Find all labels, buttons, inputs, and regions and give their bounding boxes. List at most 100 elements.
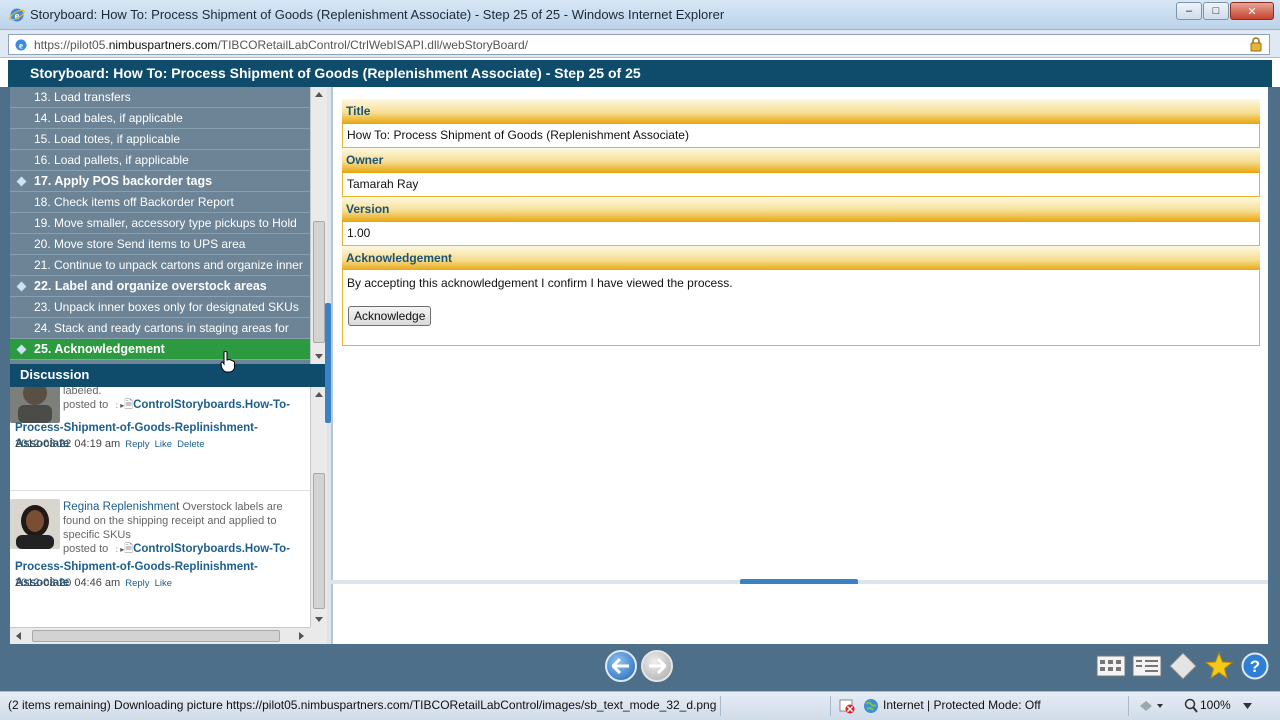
title-label: Title [342, 99, 1260, 124]
reply-link[interactable]: Reply [125, 578, 149, 589]
minimize-button[interactable]: – [1176, 2, 1202, 20]
svg-text:e: e [19, 41, 23, 51]
status-bar: (2 items remaining) Downloading picture … [0, 691, 1280, 720]
step-item[interactable]: 13. Load transfers [10, 87, 310, 108]
discussion-post: Regina Replenishment Overstock labels ar… [10, 499, 310, 599]
discussion-title: Discussion [20, 367, 90, 382]
lock-icon[interactable] [1249, 37, 1263, 52]
content-pane: Title How To: Process Shipment of Goods … [331, 87, 1268, 580]
scroll-thumb[interactable] [32, 630, 280, 642]
step-item[interactable]: 25. Acknowledgement [10, 339, 310, 360]
status-separator [720, 696, 721, 716]
status-separator [830, 696, 831, 716]
like-link[interactable]: Like [155, 439, 172, 450]
title-value: How To: Process Shipment of Goods (Reple… [342, 124, 1260, 148]
step-item[interactable]: 17. Apply POS backorder tags [10, 171, 310, 192]
scroll-down-icon[interactable] [315, 617, 323, 622]
post-author[interactable]: Regina Replenishment [63, 501, 179, 513]
previous-step-button[interactable] [605, 650, 637, 682]
post-text: labeled. [63, 387, 102, 397]
step-label: 15. Load totes, if applicable [34, 132, 181, 146]
diamond-bullet-icon [16, 344, 27, 355]
help-icon[interactable]: ? [1240, 652, 1270, 680]
zoom-icon[interactable] [1184, 698, 1198, 714]
scroll-thumb[interactable] [313, 473, 325, 609]
next-step-button[interactable] [641, 650, 673, 682]
step-item[interactable]: 14. Load bales, if applicable [10, 108, 310, 129]
discussion-horizontal-scrollbar[interactable] [10, 627, 310, 644]
star-icon[interactable] [1204, 652, 1234, 680]
like-link[interactable]: Like [155, 578, 172, 589]
diamond-icon[interactable] [1168, 652, 1198, 680]
step-item[interactable]: 15. Load totes, if applicable [10, 129, 310, 150]
scroll-corner [310, 627, 327, 644]
notes-pane [331, 584, 1268, 644]
step-label: 13. Load transfers [34, 90, 131, 104]
step-item[interactable]: 20. Move store Send items to UPS area [10, 234, 310, 255]
scroll-left-icon[interactable] [16, 632, 21, 640]
text-mode-icon[interactable] [1132, 652, 1162, 680]
chevron-down-icon[interactable] [1243, 703, 1252, 709]
post-divider [10, 490, 310, 491]
address-field[interactable]: e https://pilot05.nimbuspartners.com/TIB… [8, 34, 1270, 55]
scroll-right-icon[interactable] [299, 632, 304, 640]
page-link-icon: 🗎 [124, 399, 134, 411]
step-label: 20. Move store Send items to UPS area [34, 237, 246, 251]
step-item[interactable]: 19. Move smaller, accessory type pickups… [10, 213, 310, 234]
status-text: (2 items remaining) Downloading picture … [8, 698, 716, 712]
scroll-thumb[interactable] [313, 221, 325, 343]
svg-text:?: ? [1250, 657, 1260, 676]
close-button[interactable]: ✕ [1230, 2, 1274, 20]
step-label: 14. Load bales, if applicable [34, 111, 183, 125]
posted-to-label: posted to [63, 543, 109, 555]
post-date: 2012-03-20 04:46 am [15, 577, 121, 589]
step-item[interactable]: 24. Stack and ready cartons in staging a… [10, 318, 310, 339]
step-item[interactable]: 21. Continue to unpack cartons and organ… [10, 255, 310, 276]
step-item[interactable]: 22. Label and organize overstock areas [10, 276, 310, 297]
step-label: 21. Continue to unpack cartons and organ… [34, 258, 303, 272]
discussion-post: labeled. posted to : ▸🗎ControlStoryboard… [10, 387, 310, 490]
arrow-right-icon [649, 658, 666, 674]
status-separator [1128, 696, 1129, 716]
owner-label: Owner [342, 148, 1260, 173]
globe-icon [864, 699, 878, 713]
post-link[interactable]: ControlStoryboards.How-To- [133, 543, 290, 555]
step-item[interactable]: 16. Load pallets, if applicable [10, 150, 310, 171]
discussion-scrollbar[interactable] [310, 387, 327, 627]
grid-view-icon[interactable] [1096, 652, 1126, 680]
owner-value: Tamarah Ray [342, 173, 1260, 197]
diamond-bullet-icon [16, 281, 27, 292]
acknowledgement-box: By accepting this acknowledgement I conf… [342, 270, 1260, 346]
protected-mode-icon[interactable] [1138, 698, 1164, 714]
avatar [10, 387, 60, 423]
step-item[interactable]: 18. Check items off Backorder Report [10, 192, 310, 213]
page-icon: e [15, 39, 27, 51]
reply-link[interactable]: Reply [125, 439, 149, 450]
version-label: Version [342, 197, 1260, 222]
maximize-button[interactable]: □ [1203, 2, 1229, 20]
step-item[interactable]: 23. Unpack inner boxes only for designat… [10, 297, 310, 318]
window-title-bar: e Storyboard: How To: Process Shipment o… [0, 0, 1280, 30]
discussion-header: Discussion [10, 364, 327, 387]
navigation-bar [0, 644, 1280, 691]
step-label: 23. Unpack inner boxes only for designat… [34, 300, 299, 314]
zoom-level[interactable]: 100% [1200, 698, 1231, 712]
delete-link[interactable]: Delete [177, 439, 204, 450]
scroll-up-icon[interactable] [315, 392, 323, 397]
discussion-panel: labeled. posted to : ▸🗎ControlStoryboard… [10, 387, 310, 627]
avatar [10, 499, 60, 549]
step-label: 22. Label and organize overstock areas [34, 279, 267, 293]
scroll-down-icon[interactable] [315, 354, 323, 359]
step-label: 19. Move smaller, accessory type pickups… [34, 216, 297, 230]
posted-to-label: posted to [63, 399, 109, 411]
acknowledge-button[interactable]: Acknowledge [348, 306, 432, 326]
chevron-right-icon: : ▸ [111, 401, 125, 410]
step-list: 13. Load transfers 14. Load bales, if app… [10, 87, 310, 364]
security-zone: Internet | Protected Mode: Off [883, 698, 1041, 712]
post-link[interactable]: ControlStoryboards.How-To- [133, 399, 290, 411]
blocked-content-icon[interactable] [839, 698, 855, 714]
scroll-up-icon[interactable] [315, 92, 323, 97]
internet-explorer-icon: e [9, 8, 25, 22]
step-label: 18. Check items off Backorder Report [34, 195, 234, 209]
acknowledgement-text: By accepting this acknowledgement I conf… [347, 276, 733, 290]
